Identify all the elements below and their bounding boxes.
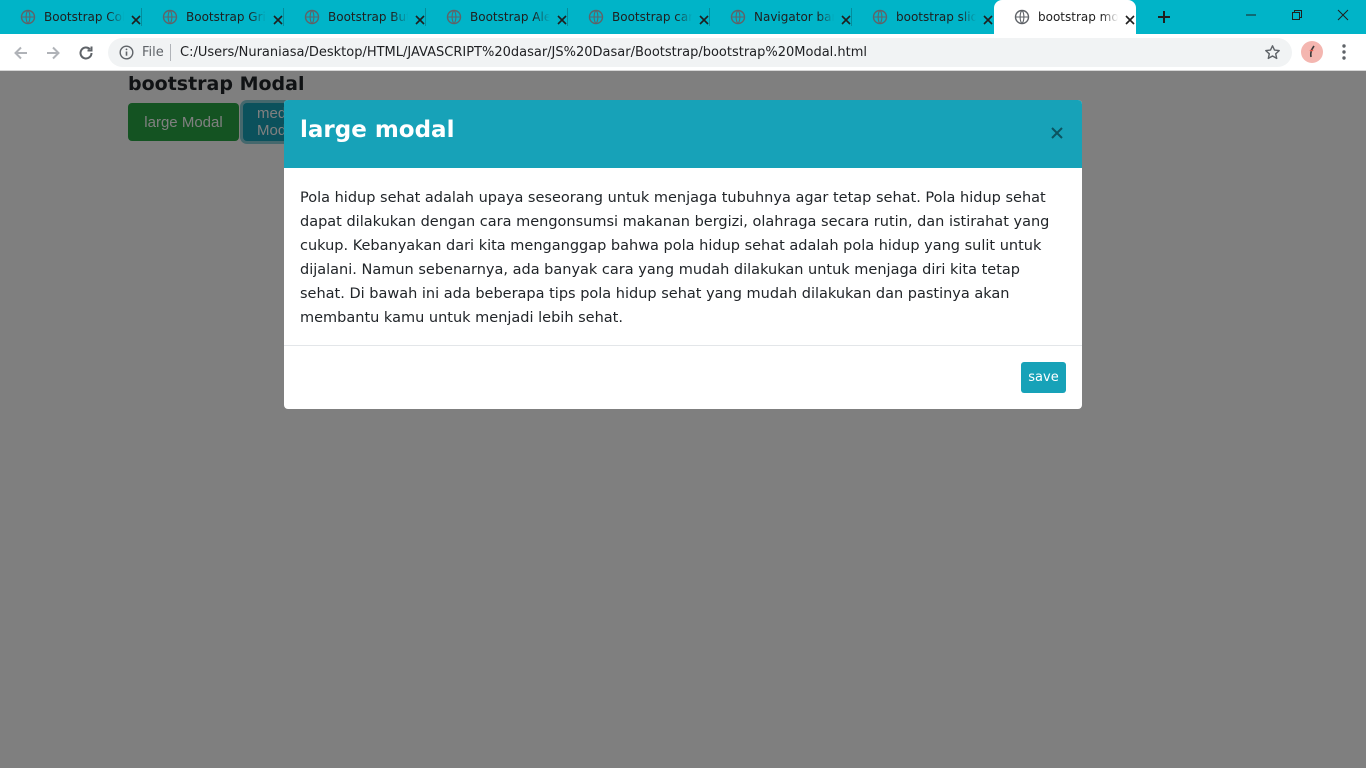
profile-avatar[interactable] <box>1301 41 1323 63</box>
globe-icon <box>730 9 746 25</box>
browser-tab[interactable]: Bootstrap Grid <box>142 0 284 34</box>
globe-icon <box>20 9 36 25</box>
tab-close-icon[interactable] <box>1124 11 1136 25</box>
globe-icon <box>304 9 320 25</box>
tab-title: Bootstrap Buttons <box>328 10 408 24</box>
browser-tab[interactable]: Bootstrap Buttons <box>284 0 426 34</box>
browser-tab[interactable]: Bootstrap card <box>568 0 710 34</box>
modal-title: large modal <box>300 117 455 143</box>
modal-close-icon[interactable] <box>1048 124 1066 142</box>
tab-title: bootstrap modal <box>1038 10 1118 24</box>
tab-close-icon[interactable] <box>982 11 994 25</box>
minimize-icon[interactable] <box>1228 0 1274 30</box>
modal-body-text: Pola hidup sehat adalah upaya seseorang … <box>300 190 1050 326</box>
reload-icon[interactable] <box>74 41 98 65</box>
globe-icon <box>446 9 462 25</box>
browser-tab[interactable]: Bootstrap Alerts <box>426 0 568 34</box>
address-divider <box>170 44 171 61</box>
browser-tab[interactable]: Bootstrap Colors <box>0 0 142 34</box>
url-scheme-label: File <box>142 45 164 60</box>
page-viewport: bootstrap Modal large Modal medium Modal… <box>0 71 1366 768</box>
restore-icon[interactable] <box>1274 0 1320 30</box>
globe-icon <box>162 9 178 25</box>
save-button[interactable]: save <box>1021 362 1066 393</box>
url-text[interactable]: C:/Users/Nuraniasa/Desktop/HTML/JAVASCRI… <box>180 45 867 60</box>
modal-dialog: large modal Pola hidup sehat adalah upay… <box>284 100 1082 409</box>
browser-tab[interactable]: bootstrap slider <box>852 0 994 34</box>
tab-title: Bootstrap Colors <box>44 10 124 24</box>
tab-title: Navigator bar <box>754 10 834 24</box>
globe-icon <box>872 9 888 25</box>
tab-title: bootstrap slider <box>896 10 976 24</box>
tab-title: Bootstrap Grid <box>186 10 266 24</box>
globe-icon <box>588 9 604 25</box>
back-icon[interactable] <box>9 41 33 65</box>
forward-icon[interactable] <box>41 41 65 65</box>
browser-tab-strip: Bootstrap Colors Bootstrap Grid Bootstrap … <box>0 0 1366 34</box>
globe-icon <box>1014 9 1030 25</box>
modal-footer: save <box>284 345 1082 409</box>
site-info-icon[interactable] <box>119 45 134 60</box>
tab-title: Bootstrap Alerts <box>470 10 550 24</box>
bookmark-star-icon[interactable] <box>1264 44 1281 61</box>
browser-menu-icon[interactable] <box>1336 42 1352 62</box>
close-window-icon[interactable] <box>1320 0 1366 30</box>
browser-tab[interactable]: Navigator bar <box>710 0 852 34</box>
browser-toolbar: File C:/Users/Nuraniasa/Desktop/HTML/JAV… <box>0 34 1366 71</box>
browser-tab[interactable]: bootstrap modal <box>994 0 1136 34</box>
tab-title: Bootstrap card <box>612 10 692 24</box>
new-tab-icon[interactable] <box>1154 7 1174 27</box>
modal-header: large modal <box>284 100 1082 168</box>
address-bar[interactable]: File C:/Users/Nuraniasa/Desktop/HTML/JAV… <box>108 38 1292 67</box>
